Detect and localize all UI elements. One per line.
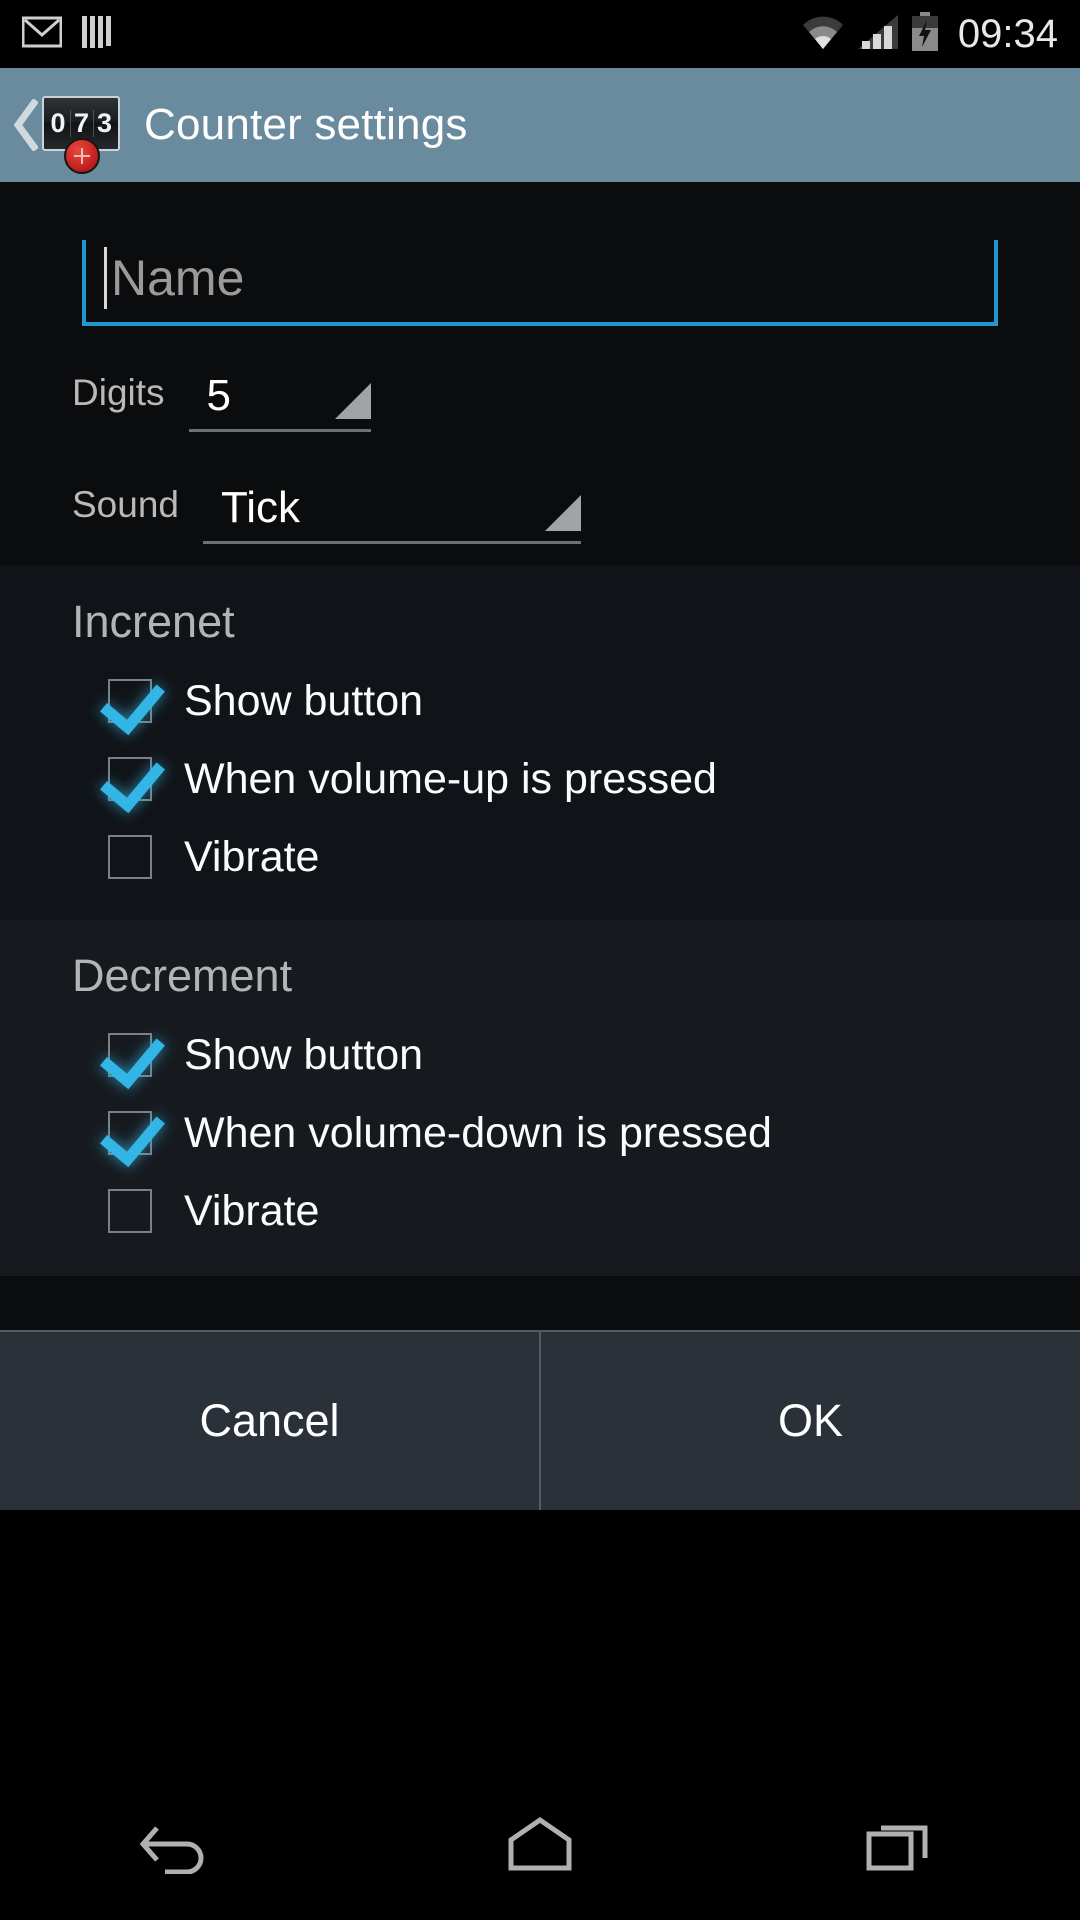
increment-volume-up-row[interactable]: When volume-up is pressed xyxy=(72,740,1080,818)
digits-label: Digits xyxy=(72,372,165,413)
increment-volume-up-label: When volume-up is pressed xyxy=(184,754,717,803)
counter-digit-group: 0 7 3 xyxy=(47,110,115,137)
status-bar-system-icons: 09:34 xyxy=(800,11,1058,57)
increment-vibrate-label: Vibrate xyxy=(184,832,320,881)
increment-show-button-label: Show button xyxy=(184,676,424,725)
back-nav-icon[interactable] xyxy=(0,1814,360,1874)
gmail-icon xyxy=(21,16,63,53)
phone-screen: 09:34 0 7 3 Counter settings Name Digits… xyxy=(0,0,1080,1920)
text-caret xyxy=(104,247,107,309)
recents-nav-icon[interactable] xyxy=(720,1814,1080,1874)
sound-label: Sound xyxy=(72,484,179,525)
checkbox-icon[interactable] xyxy=(108,757,152,801)
settings-content: Name Digits 5 Sound Tick Increnet Show b… xyxy=(0,182,1080,1330)
checkbox-icon[interactable] xyxy=(108,679,152,723)
name-field-row: Name xyxy=(0,182,1080,326)
decrement-show-button-label: Show button xyxy=(184,1030,424,1079)
decrement-section-title: Decrement xyxy=(72,950,293,1001)
decrement-volume-down-row[interactable]: When volume-down is pressed xyxy=(72,1094,1080,1172)
digits-value: 5 xyxy=(206,370,232,420)
cellular-signal-icon xyxy=(856,13,900,56)
home-nav-icon[interactable] xyxy=(360,1814,720,1874)
decrement-show-button-row[interactable]: Show button xyxy=(72,1016,1080,1094)
status-bar: 09:34 xyxy=(0,0,1080,68)
checkbox-icon[interactable] xyxy=(108,1189,152,1233)
content-filler xyxy=(0,1510,1080,1768)
increment-section-title: Increnet xyxy=(72,596,235,647)
status-bar-clock: 09:34 xyxy=(957,11,1058,56)
digits-row: Digits 5 xyxy=(0,372,1080,432)
page-title: Counter settings xyxy=(144,100,468,149)
navigation-bar xyxy=(0,1768,1080,1920)
action-bar: 0 7 3 Counter settings xyxy=(0,68,1080,182)
sound-value: Tick xyxy=(221,482,301,532)
status-bar-notifications xyxy=(21,15,114,54)
chevron-down-icon xyxy=(545,495,581,531)
back-chevron-icon[interactable] xyxy=(8,68,42,182)
counter-app-icon[interactable]: 0 7 3 xyxy=(38,68,122,182)
checkbox-icon[interactable] xyxy=(108,835,152,879)
name-input-placeholder: Name xyxy=(111,250,245,306)
counter-digit: 0 xyxy=(50,108,66,138)
increment-show-button-row[interactable]: Show button xyxy=(72,662,1080,740)
decrement-vibrate-label: Vibrate xyxy=(184,1186,320,1235)
cancel-button[interactable]: Cancel xyxy=(0,1332,541,1510)
decrement-section: Decrement Show button When volume-down i… xyxy=(0,920,1080,1276)
app-stripes-icon xyxy=(80,15,114,54)
ok-button[interactable]: OK xyxy=(541,1332,1080,1510)
checkbox-icon[interactable] xyxy=(108,1111,152,1155)
wifi-icon xyxy=(800,13,846,56)
increment-vibrate-row[interactable]: Vibrate xyxy=(72,818,1080,896)
counter-digit: 7 xyxy=(70,110,92,137)
battery-charging-icon xyxy=(910,11,940,57)
chevron-down-icon xyxy=(334,383,371,419)
counter-digit: 3 xyxy=(93,110,115,137)
name-input[interactable]: Name xyxy=(82,240,998,326)
sound-row: Sound Tick xyxy=(0,484,1080,544)
sound-spinner[interactable]: Tick xyxy=(203,482,581,544)
checkbox-icon[interactable] xyxy=(108,1033,152,1077)
dialog-button-bar: Cancel OK xyxy=(0,1330,1080,1510)
decrement-vibrate-row[interactable]: Vibrate xyxy=(72,1172,1080,1250)
plus-icon xyxy=(64,138,100,174)
increment-section: Increnet Show button When volume-up is p… xyxy=(0,566,1080,920)
digits-spinner[interactable]: 5 xyxy=(188,370,371,432)
decrement-volume-down-label: When volume-down is pressed xyxy=(184,1108,772,1157)
